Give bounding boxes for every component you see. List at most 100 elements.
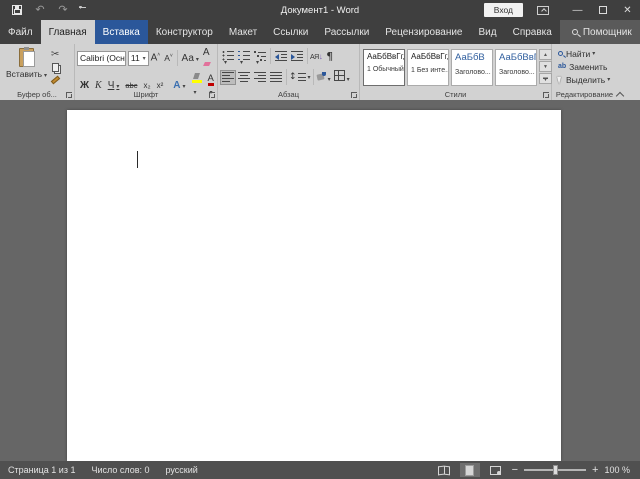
sort-button[interactable]: АЯ↓: [310, 52, 322, 61]
page-indicator[interactable]: Страница 1 из 1: [8, 465, 75, 475]
search-icon: [572, 29, 578, 35]
borders-button[interactable]: [334, 68, 350, 86]
select-button[interactable]: Выделить: [558, 73, 625, 86]
replace-button[interactable]: abЗаменить: [558, 60, 625, 73]
tab-mailings[interactable]: Рассылки: [316, 20, 377, 44]
clipboard-group-label: Буфер об...: [0, 90, 74, 99]
tab-assistant-label: Помощник: [583, 27, 632, 38]
styles-scroll-up-button[interactable]: ▲: [539, 49, 552, 60]
paste-icon: [19, 48, 34, 67]
tab-assistant[interactable]: Помощник: [560, 20, 640, 44]
paragraph-group-label: Абзац: [218, 90, 359, 99]
paragraph-dialog-launcher[interactable]: [351, 92, 357, 98]
tab-design[interactable]: Конструктор: [148, 20, 221, 44]
group-paragraph: АЯ↓ ¶ ↕ Абзац: [218, 44, 360, 100]
quick-access-toolbar: ↶ ↷: [0, 3, 86, 17]
language-indicator[interactable]: русский: [166, 465, 198, 475]
zoom-level[interactable]: 100 %: [604, 465, 630, 475]
font-name-combo[interactable]: Calibri (Осн▾: [77, 51, 126, 66]
group-editing: Найти abЗаменить Выделить Редактирование: [552, 44, 627, 100]
document-page[interactable]: [67, 110, 561, 461]
find-button[interactable]: Найти: [558, 47, 625, 60]
styles-scroll-down-button[interactable]: ▼: [539, 61, 552, 72]
show-marks-button[interactable]: ¶: [326, 50, 333, 63]
select-icon: [557, 75, 563, 84]
line-spacing-button[interactable]: ↕: [289, 72, 311, 82]
superscript-button[interactable]: х²: [157, 81, 164, 90]
sign-in-button[interactable]: Вход: [484, 3, 523, 17]
divider: [313, 69, 314, 85]
select-label: Выделить: [566, 75, 605, 85]
read-mode-button[interactable]: [434, 463, 454, 477]
zoom-slider-thumb[interactable]: [553, 465, 558, 475]
undo-button[interactable]: ↶: [33, 3, 47, 17]
divider: [270, 48, 271, 64]
web-layout-button[interactable]: [486, 463, 506, 477]
change-case-button[interactable]: Аа: [182, 53, 199, 64]
zoom-slider[interactable]: [524, 469, 586, 471]
subscript-button[interactable]: х₂: [143, 81, 150, 90]
increase-indent-button[interactable]: [291, 51, 303, 62]
tab-references[interactable]: Ссылки: [265, 20, 316, 44]
shading-button[interactable]: [316, 68, 331, 86]
align-left-button[interactable]: [220, 70, 236, 85]
close-button[interactable]: ✕: [615, 0, 640, 20]
bullets-button[interactable]: [222, 51, 234, 62]
replace-icon: ab: [558, 63, 566, 70]
bold-button[interactable]: Ж: [80, 80, 89, 91]
minimize-button[interactable]: —: [565, 0, 590, 20]
tab-review[interactable]: Рецензирование: [377, 20, 470, 44]
divider: [286, 69, 287, 85]
tab-insert[interactable]: Вставка: [95, 20, 148, 44]
style-normal[interactable]: АаБбВвГг, 1 Обычный: [363, 49, 405, 86]
style-no-spacing[interactable]: АаБбВвГг, 1 Без инте...: [407, 49, 449, 86]
numbering-button[interactable]: [238, 51, 250, 62]
justify-button[interactable]: [270, 72, 282, 83]
style-heading1[interactable]: АаБбВ Заголово...: [451, 49, 493, 86]
style-name: 1 Обычный: [367, 66, 403, 73]
print-layout-button[interactable]: [460, 463, 480, 477]
strikethrough-button[interactable]: abc: [125, 81, 137, 90]
cut-button[interactable]: ✂: [51, 49, 60, 60]
customize-qat-button[interactable]: [79, 7, 86, 13]
paste-button[interactable]: Вставить: [2, 47, 51, 87]
find-label: Найти: [566, 49, 590, 59]
grow-font-button[interactable]: А˄: [151, 52, 161, 63]
style-name: 1 Без инте...: [411, 67, 447, 74]
word-count[interactable]: Число слов: 0: [91, 465, 149, 475]
divider: [307, 48, 308, 64]
text-effects-button[interactable]: А: [173, 80, 185, 91]
decrease-indent-button[interactable]: [275, 51, 287, 62]
zoom-in-button[interactable]: +: [592, 464, 598, 476]
italic-button[interactable]: К: [95, 80, 102, 91]
tab-view[interactable]: Вид: [471, 20, 505, 44]
tab-help[interactable]: Справка: [505, 20, 560, 44]
align-right-button[interactable]: [254, 72, 266, 83]
copy-button[interactable]: [52, 63, 59, 72]
styles-gallery-more-button[interactable]: ▬▼: [539, 73, 552, 84]
underline-button[interactable]: Ч: [108, 80, 120, 91]
tab-file[interactable]: Файл: [0, 20, 41, 44]
redo-button[interactable]: ↷: [56, 3, 70, 17]
styles-dialog-launcher[interactable]: [543, 92, 549, 98]
maximize-button[interactable]: [590, 0, 615, 20]
tab-home[interactable]: Главная: [41, 20, 95, 44]
ribbon-display-options-button[interactable]: [537, 6, 549, 15]
align-center-button[interactable]: [238, 72, 250, 83]
shrink-font-button[interactable]: А˅: [164, 53, 173, 63]
font-dialog-launcher[interactable]: [209, 92, 215, 98]
zoom-out-button[interactable]: −: [512, 464, 518, 476]
collapse-ribbon-button[interactable]: [616, 90, 624, 98]
clipboard-dialog-launcher[interactable]: [66, 92, 72, 98]
clear-formatting-button[interactable]: А: [203, 47, 213, 69]
style-heading2[interactable]: АаБбВвГ Заголово...: [495, 49, 537, 86]
font-size-combo[interactable]: 11▾: [128, 51, 149, 66]
format-painter-button[interactable]: [51, 76, 60, 85]
multilevel-list-button[interactable]: [254, 51, 266, 62]
document-area[interactable]: [0, 100, 640, 461]
save-button[interactable]: [10, 3, 24, 17]
styles-group-label: Стили: [360, 90, 551, 99]
style-preview: АаБбВ: [455, 52, 491, 63]
tab-layout[interactable]: Макет: [221, 20, 265, 44]
line-spacing-icon: [298, 72, 306, 82]
